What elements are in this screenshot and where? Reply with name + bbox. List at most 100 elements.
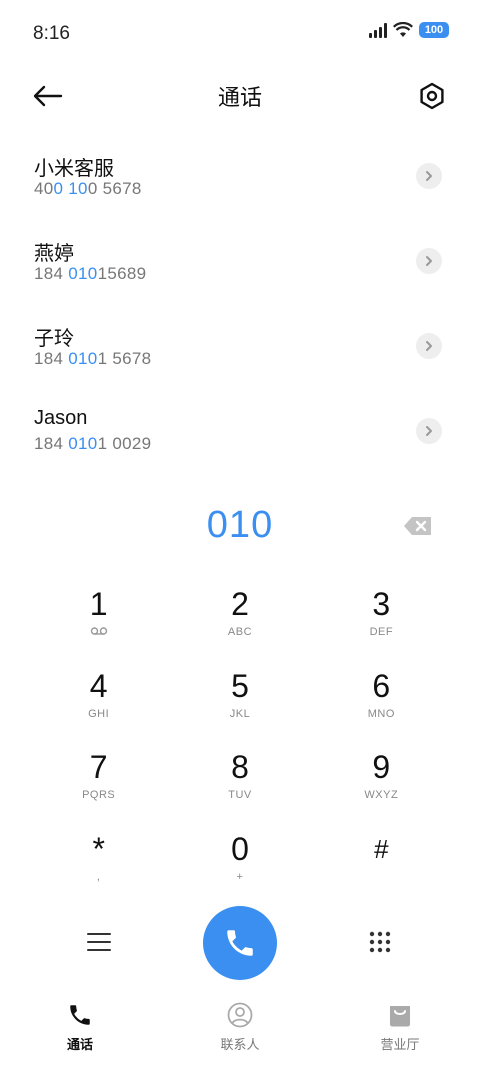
menu-icon xyxy=(87,933,111,951)
key-3[interactable]: 3 DEF xyxy=(311,576,452,658)
key-digit: 5 xyxy=(231,667,249,704)
nav-label: 营业厅 xyxy=(380,1037,420,1052)
battery-level: 100 xyxy=(424,24,444,36)
key-star[interactable]: * , xyxy=(28,821,169,903)
key-letters: , xyxy=(96,870,101,883)
nav-item-contacts[interactable]: 联系人 xyxy=(160,990,320,1067)
key-letters: MNO xyxy=(367,707,395,720)
key-7[interactable]: 7 PQRS xyxy=(28,739,169,821)
contact-row[interactable]: 燕婷 184 01015689 xyxy=(0,217,480,302)
number-match: 010 xyxy=(68,264,98,283)
status-bar: 8:16 100 xyxy=(0,0,480,66)
key-letters: WXYZ xyxy=(364,789,399,801)
contact-name: 燕婷 xyxy=(34,243,74,265)
number-match: 0 10 xyxy=(53,179,88,198)
key-hash[interactable]: # xyxy=(311,821,452,903)
key-digit: 9 xyxy=(372,749,391,785)
contact-name: Jason xyxy=(34,407,88,429)
key-digit: 7 xyxy=(89,749,108,785)
key-digit: 1 xyxy=(89,586,108,622)
signal-icon xyxy=(369,22,387,38)
contact-number: 184 0101 0029 xyxy=(34,434,151,454)
contact-detail-button[interactable] xyxy=(416,333,442,359)
contact-detail-button[interactable] xyxy=(416,248,442,274)
number-match: 010 xyxy=(68,434,98,453)
key-digit: 6 xyxy=(372,667,391,704)
key-0[interactable]: 0 + xyxy=(169,821,310,903)
contact-name: 子玲 xyxy=(34,328,74,350)
key-letters: ABC xyxy=(227,626,253,638)
nav-item-service-hall[interactable]: 营业厅 xyxy=(320,990,480,1067)
key-digit: 0 xyxy=(231,830,249,867)
battery-icon: 100 xyxy=(419,22,449,38)
contact-detail-button[interactable] xyxy=(416,163,442,189)
status-icons: 100 xyxy=(369,22,449,38)
person-icon xyxy=(227,1002,253,1028)
number-part: 40 xyxy=(34,179,54,198)
keypad: 1 2 ABC 3 DEF 4 GHI 5 JKL 6 MNO 7 PQRS 8… xyxy=(28,576,452,902)
contact-number: 184 01015689 xyxy=(34,264,146,284)
bottom-nav: 通话 联系人 营业厅 xyxy=(0,990,480,1067)
contact-row[interactable]: 子玲 184 0101 5678 xyxy=(0,302,480,387)
key-letters: TUV xyxy=(228,789,252,801)
voicemail-icon xyxy=(90,626,108,640)
shopping-bag-icon xyxy=(390,1006,410,1027)
key-letters: DEF xyxy=(369,626,394,638)
action-bar xyxy=(0,904,480,980)
nav-label: 通话 xyxy=(66,1037,93,1052)
number-part: 0 5678 xyxy=(87,179,142,198)
dial-display: 010 xyxy=(0,500,480,556)
call-button[interactable] xyxy=(203,906,277,980)
number-part: 15689 xyxy=(97,264,147,283)
contact-number: 400 100 5678 xyxy=(34,179,142,199)
backspace-icon xyxy=(404,517,431,535)
number-part: 184 xyxy=(34,434,69,453)
number-part: 184 xyxy=(34,349,69,368)
chevron-right-icon xyxy=(426,256,432,266)
key-digit: * xyxy=(92,830,105,867)
page-title: 通话 xyxy=(217,85,262,110)
contact-row[interactable]: Jason 184 0101 0029 xyxy=(0,387,480,472)
number-part: 184 xyxy=(34,264,69,283)
contact-name: 小米客服 xyxy=(34,158,114,180)
backspace-button[interactable] xyxy=(402,514,434,538)
key-5[interactable]: 5 JKL xyxy=(169,658,310,740)
keypad-toggle-button[interactable] xyxy=(360,922,400,962)
key-letters: PQRS xyxy=(82,789,116,801)
chevron-right-icon xyxy=(426,426,432,436)
contact-number: 184 0101 5678 xyxy=(34,349,151,369)
menu-button[interactable] xyxy=(79,922,119,962)
header: 通话 xyxy=(0,66,480,124)
key-letters: GHI xyxy=(88,707,110,720)
key-4[interactable]: 4 GHI xyxy=(28,658,169,740)
wifi-icon xyxy=(393,22,413,37)
dialpad-icon xyxy=(369,931,391,953)
key-letters: + xyxy=(236,870,244,883)
settings-button[interactable] xyxy=(412,76,452,116)
key-6[interactable]: 6 MNO xyxy=(311,658,452,740)
settings-icon xyxy=(420,82,444,110)
number-match: 010 xyxy=(68,349,98,368)
key-1[interactable]: 1 xyxy=(28,576,169,658)
phone-icon xyxy=(70,1005,90,1025)
key-digit: 4 xyxy=(89,667,108,704)
key-2[interactable]: 2 ABC xyxy=(169,576,310,658)
key-letters: JKL xyxy=(229,707,251,720)
key-digit: 2 xyxy=(231,586,249,622)
status-time: 8:16 xyxy=(33,23,70,44)
number-part: 1 5678 xyxy=(97,349,152,368)
key-digit: # xyxy=(374,833,389,864)
contact-row[interactable]: 小米客服 400 100 5678 xyxy=(0,132,480,217)
contact-suggestion-list: 小米客服 400 100 5678 燕婷 184 01015689 子玲 184… xyxy=(0,132,480,472)
key-8[interactable]: 8 TUV xyxy=(169,739,310,821)
key-9[interactable]: 9 WXYZ xyxy=(311,739,452,821)
nav-label: 联系人 xyxy=(220,1037,260,1052)
key-digit: 3 xyxy=(372,586,391,622)
phone-icon xyxy=(227,930,253,956)
contact-detail-button[interactable] xyxy=(416,418,442,444)
number-part: 1 0029 xyxy=(97,434,152,453)
key-digit: 8 xyxy=(231,749,249,785)
chevron-right-icon xyxy=(426,341,432,351)
nav-item-calls[interactable]: 通话 xyxy=(0,990,160,1067)
chevron-right-icon xyxy=(426,171,432,181)
